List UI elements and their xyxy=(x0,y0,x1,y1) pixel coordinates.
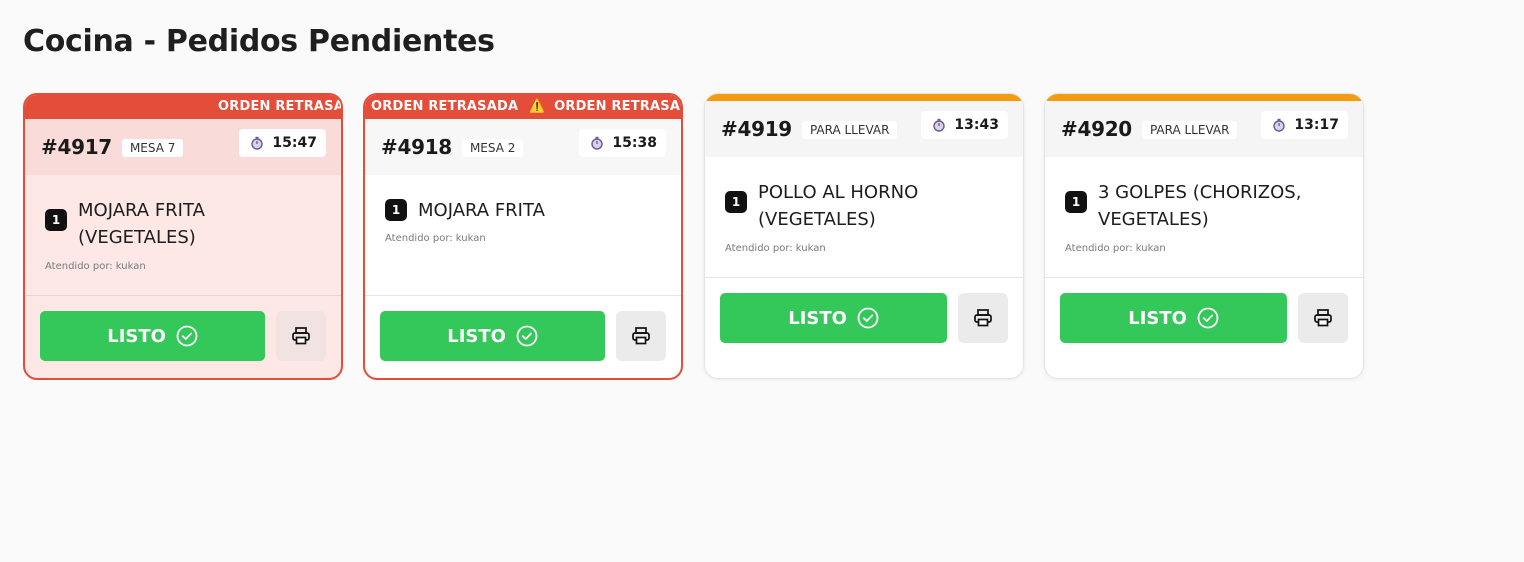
order-body: 1 MOJARA FRITA (VEGETALES) Atendido por:… xyxy=(25,175,341,295)
print-button[interactable] xyxy=(1298,293,1348,343)
item-quantity: 1 xyxy=(725,191,747,213)
item-quantity: 1 xyxy=(45,209,67,231)
item-name: POLLO AL HORNO (VEGETALES) xyxy=(758,182,919,230)
order-card: #4919 PARA LLEVAR 13:43 1 POLLO AL HORNO… xyxy=(704,93,1024,379)
order-footer: LISTO xyxy=(1045,278,1363,343)
order-timer: 15:47 xyxy=(239,129,326,157)
delayed-banner-text: ORDEN RETRASADA xyxy=(371,99,519,114)
printer-icon xyxy=(1314,309,1332,327)
delayed-banner: ORDEN RETRASADA xyxy=(25,95,341,119)
stopwatch-icon xyxy=(591,136,604,150)
stopwatch-icon xyxy=(1273,118,1286,132)
done-button-label: LISTO xyxy=(788,307,847,329)
check-circle-icon xyxy=(516,325,538,347)
order-type-badge: PARA LLEVAR xyxy=(801,121,898,139)
order-body: 1 MOJARA FRITA Atendido por: kukan xyxy=(365,175,681,295)
done-button[interactable]: LISTO xyxy=(720,293,948,343)
order-card: ORDEN RETRASADA ⚠️ ORDEN RETRASADA #4918… xyxy=(363,93,683,380)
order-header: #4920 PARA LLEVAR 13:17 xyxy=(1045,101,1363,157)
order-header: #4919 PARA LLEVAR 13:43 xyxy=(705,101,1023,157)
order-card: #4920 PARA LLEVAR 13:17 1 3 GOLPES (CHOR… xyxy=(1044,93,1364,379)
order-body: 1 POLLO AL HORNO (VEGETALES) Atendido po… xyxy=(705,157,1023,277)
warning-icon: ⚠️ xyxy=(528,99,546,114)
done-button-label: LISTO xyxy=(1128,307,1187,329)
orders-board: ORDEN RETRASADA #4917 MESA 7 15:47 1 MOJ… xyxy=(23,93,1383,383)
order-timer: 15:38 xyxy=(579,129,666,157)
delayed-banner-text: ORDEN RETRASADA xyxy=(554,99,681,114)
print-button[interactable] xyxy=(616,311,666,361)
item-name: 3 GOLPES (CHORIZOS, VEGETALES) xyxy=(1098,182,1302,230)
done-button-label: LISTO xyxy=(447,325,506,347)
order-footer: LISTO xyxy=(365,296,681,361)
order-type-badge: PARA LLEVAR xyxy=(1141,121,1238,139)
delayed-banner-text: ORDEN RETRASADA xyxy=(218,99,341,114)
order-number: #4918 xyxy=(381,135,452,159)
timer-value: 13:17 xyxy=(1294,117,1339,133)
timer-value: 13:43 xyxy=(954,117,999,133)
order-header: #4917 MESA 7 15:47 xyxy=(25,119,341,175)
print-button[interactable] xyxy=(958,293,1008,343)
attended-by: Atendido por: kukan xyxy=(385,233,486,244)
order-timer: 13:43 xyxy=(921,111,1008,139)
order-number: #4919 xyxy=(721,117,792,141)
check-circle-icon xyxy=(1197,307,1219,329)
timer-value: 15:47 xyxy=(272,135,317,151)
page-title: Cocina - Pedidos Pendientes xyxy=(23,24,495,59)
order-item: 1 MOJARA FRITA (VEGETALES) xyxy=(45,175,321,251)
attended-by: Atendido por: kukan xyxy=(1065,243,1166,254)
order-type-badge: MESA 7 xyxy=(121,139,184,157)
attended-by: Atendido por: kukan xyxy=(45,261,146,272)
item-quantity: 1 xyxy=(1065,191,1087,213)
order-item: 1 POLLO AL HORNO (VEGETALES) xyxy=(725,157,1003,233)
order-number: #4920 xyxy=(1061,117,1132,141)
order-body: 1 3 GOLPES (CHORIZOS, VEGETALES) Atendid… xyxy=(1045,157,1363,277)
stopwatch-icon xyxy=(933,118,946,132)
order-type-badge: MESA 2 xyxy=(461,139,524,157)
check-circle-icon xyxy=(176,325,198,347)
check-circle-icon xyxy=(857,307,879,329)
item-name: MOJARA FRITA xyxy=(418,200,545,221)
order-card: ORDEN RETRASADA #4917 MESA 7 15:47 1 MOJ… xyxy=(23,93,343,380)
attended-by: Atendido por: kukan xyxy=(725,243,826,254)
order-number: #4917 xyxy=(41,135,112,159)
order-footer: LISTO xyxy=(705,278,1023,343)
order-item: 1 3 GOLPES (CHORIZOS, VEGETALES) xyxy=(1065,157,1343,233)
done-button-label: LISTO xyxy=(107,325,166,347)
order-timer: 13:17 xyxy=(1261,111,1348,139)
printer-icon xyxy=(974,309,992,327)
stopwatch-icon xyxy=(251,136,264,150)
order-item: 1 MOJARA FRITA xyxy=(385,175,661,224)
printer-icon xyxy=(292,327,310,345)
done-button[interactable]: LISTO xyxy=(40,311,266,361)
printer-icon xyxy=(632,327,650,345)
timer-value: 15:38 xyxy=(612,135,657,151)
delayed-banner: ORDEN RETRASADA ⚠️ ORDEN RETRASADA xyxy=(365,95,681,119)
done-button[interactable]: LISTO xyxy=(380,311,606,361)
done-button[interactable]: LISTO xyxy=(1060,293,1288,343)
item-quantity: 1 xyxy=(385,199,407,221)
order-header: #4918 MESA 2 15:38 xyxy=(365,119,681,175)
item-name: MOJARA FRITA (VEGETALES) xyxy=(78,200,205,248)
order-footer: LISTO xyxy=(25,296,341,361)
print-button[interactable] xyxy=(276,311,326,361)
